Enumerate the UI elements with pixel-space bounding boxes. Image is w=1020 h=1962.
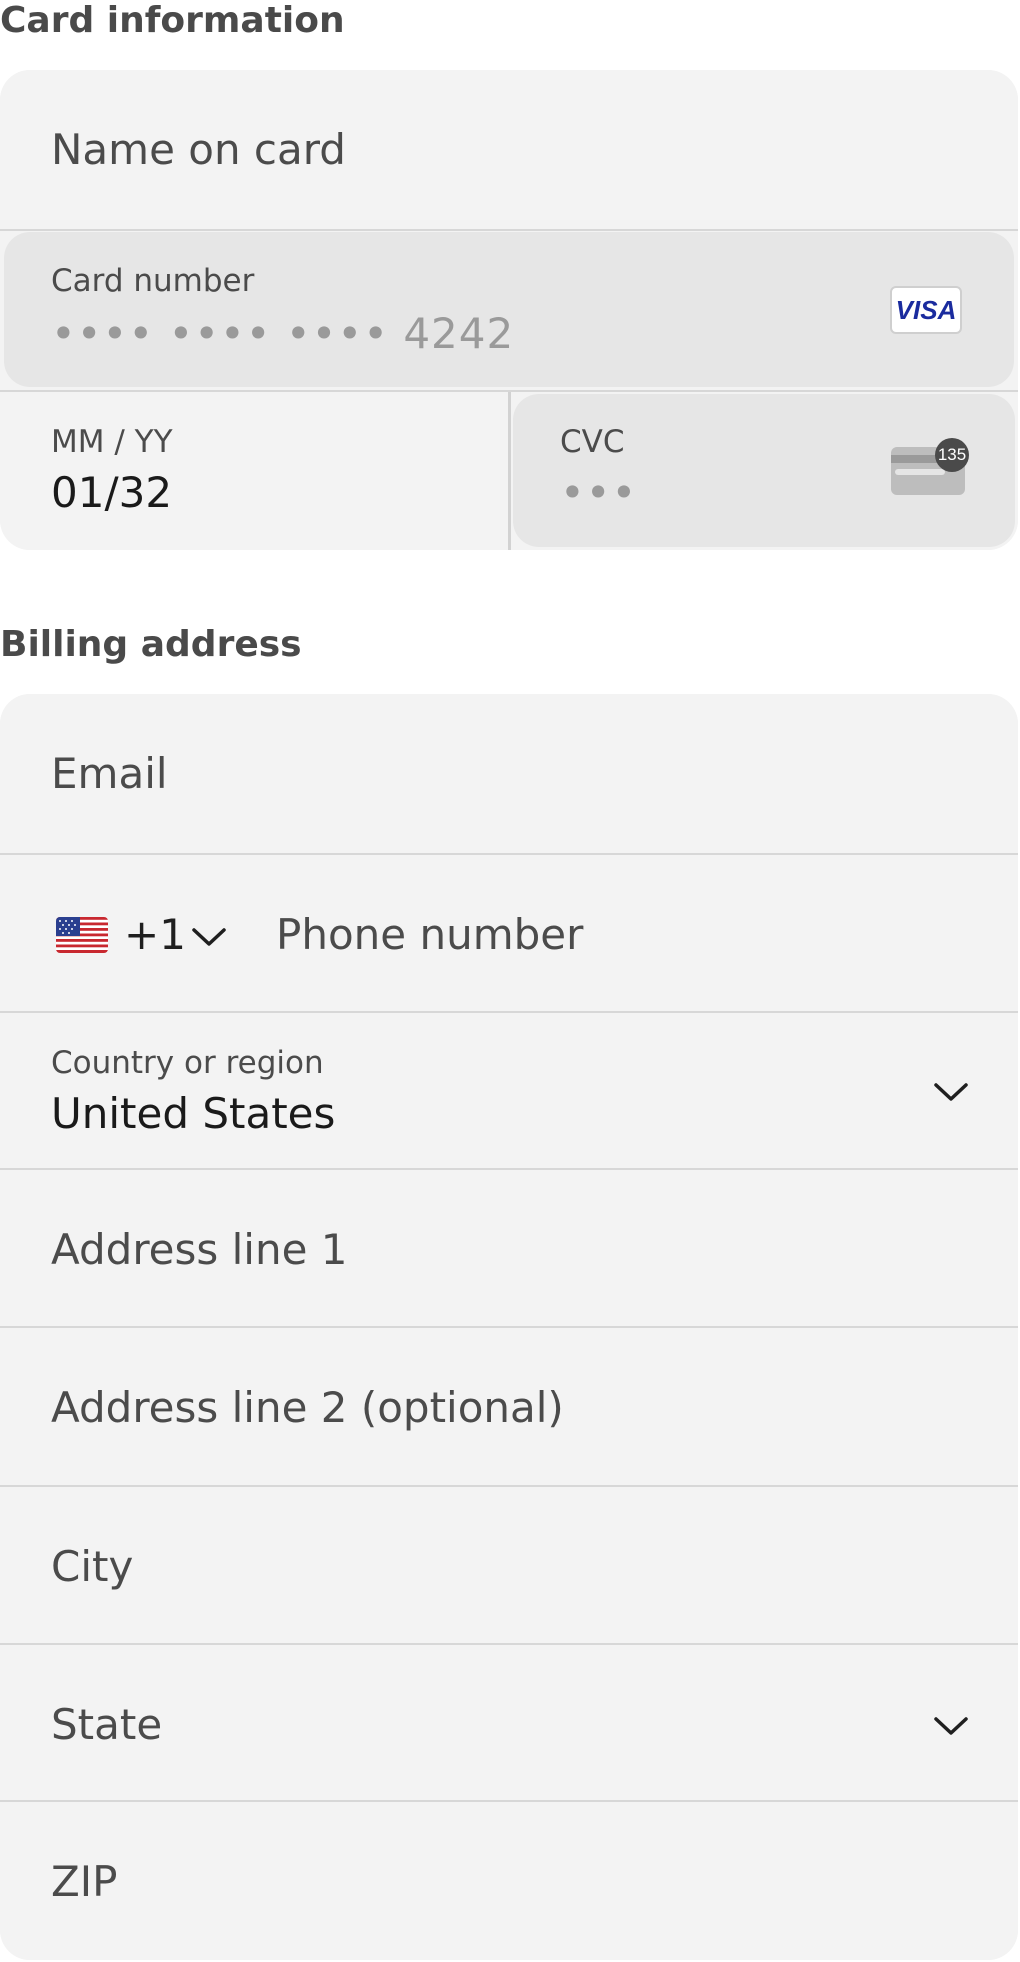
country-label: Country or region bbox=[51, 1045, 324, 1081]
card-number-label: Card number bbox=[51, 263, 255, 299]
city-field[interactable]: City bbox=[0, 1487, 1018, 1645]
name-on-card-field[interactable]: Name on card bbox=[0, 70, 1018, 231]
email-field[interactable]: Email bbox=[0, 694, 1018, 855]
card-information-group: Name on card Card number •••• •••• •••• 42… bbox=[0, 70, 1018, 550]
city-placeholder: City bbox=[51, 1542, 134, 1591]
card-number-value: •••• •••• •••• 4242 bbox=[51, 309, 515, 358]
phone-field: +1 Phone number bbox=[0, 855, 1018, 1013]
address-line1-placeholder: Address line 1 bbox=[51, 1225, 348, 1274]
expiry-label: MM / YY bbox=[51, 424, 173, 460]
card-number-field[interactable]: Card number •••• •••• •••• 4242 VISA bbox=[0, 231, 1018, 392]
cvc-value: ••• bbox=[560, 468, 638, 517]
address-line1-field[interactable]: Address line 1 bbox=[0, 1170, 1018, 1328]
expiry-field[interactable]: MM / YY 01/32 bbox=[0, 392, 508, 550]
expiry-cvc-row: MM / YY 01/32 CVC ••• 135 bbox=[0, 392, 1018, 550]
address-line2-placeholder: Address line 2 (optional) bbox=[51, 1383, 564, 1432]
email-placeholder: Email bbox=[51, 749, 168, 798]
name-on-card-placeholder: Name on card bbox=[51, 125, 346, 174]
billing-address-group: Email +1 Phone number Country or region … bbox=[0, 694, 1018, 1960]
expiry-value: 01/32 bbox=[51, 468, 173, 517]
country-select[interactable]: Country or region United States bbox=[0, 1013, 1018, 1170]
state-placeholder: State bbox=[51, 1700, 163, 1749]
zip-field[interactable]: ZIP bbox=[0, 1802, 1018, 1960]
country-value: United States bbox=[51, 1089, 336, 1138]
card-information-heading: Card information bbox=[0, 0, 345, 41]
cvc-label: CVC bbox=[560, 424, 625, 460]
chevron-down-icon bbox=[934, 1717, 968, 1735]
phone-country-code-selector[interactable]: +1 bbox=[40, 895, 240, 975]
cvc-field[interactable]: CVC ••• 135 bbox=[511, 392, 1018, 550]
state-select[interactable]: State bbox=[0, 1645, 1018, 1802]
zip-placeholder: ZIP bbox=[51, 1857, 118, 1906]
us-flag-icon bbox=[56, 917, 108, 953]
phone-number-placeholder[interactable]: Phone number bbox=[276, 910, 583, 959]
chevron-down-icon bbox=[934, 1083, 968, 1101]
visa-icon: VISA bbox=[890, 286, 962, 334]
cvc-number-badge: 135 bbox=[935, 438, 969, 472]
phone-country-code: +1 bbox=[124, 910, 186, 959]
address-line2-field[interactable]: Address line 2 (optional) bbox=[0, 1328, 1018, 1487]
billing-address-heading: Billing address bbox=[0, 624, 302, 665]
chevron-down-icon bbox=[192, 928, 226, 946]
